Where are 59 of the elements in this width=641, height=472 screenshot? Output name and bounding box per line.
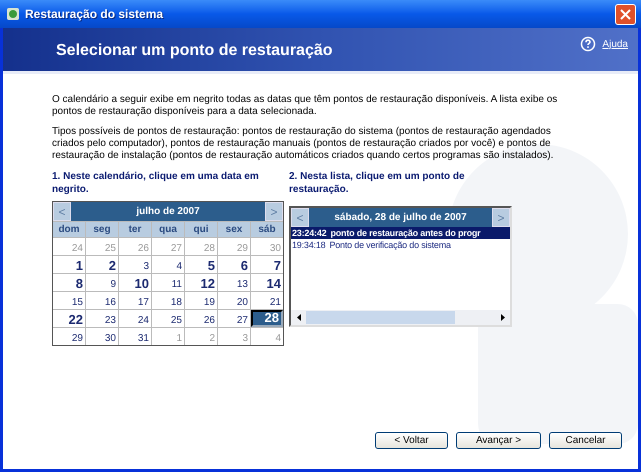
calendar-day[interactable]: 20 [218, 292, 250, 309]
calendar-day[interactable]: 31 [119, 328, 151, 345]
calendar-day[interactable]: 9 [86, 274, 118, 291]
calendar-day[interactable]: 17 [119, 292, 151, 309]
calendar-day[interactable]: 10 [119, 274, 151, 291]
weekday-header: dom [53, 222, 85, 237]
calendar-day[interactable]: 5 [185, 256, 217, 273]
calendar-day[interactable]: 12 [185, 274, 217, 291]
calendar-day[interactable]: 8 [53, 274, 85, 291]
calendar-day[interactable]: 25 [152, 310, 184, 327]
scroll-right-icon [500, 314, 504, 321]
calendar-day[interactable]: 16 [86, 292, 118, 309]
calendar-day[interactable]: 21 [251, 292, 283, 309]
month-title: julho de 2007 [135, 205, 201, 219]
horizontal-scrollbar[interactable] [291, 310, 510, 325]
calendar-day[interactable]: 2 [86, 256, 118, 273]
weekday-header: seg [86, 222, 118, 237]
wizard-button[interactable]: Avançar > [456, 432, 541, 449]
calendar-day[interactable]: 1 [53, 256, 85, 273]
close-button[interactable] [615, 4, 636, 24]
calendar-day[interactable]: 24 [119, 310, 151, 327]
calendar-day[interactable]: 4 [152, 256, 184, 273]
calendar-day[interactable]: 26 [185, 310, 217, 327]
calendar-day[interactable]: 7 [251, 256, 283, 273]
intro-paragraph: Tipos possíveis de pontos de restauração: pontos de restauração do sistema (pontos de restauração agendados criados pelo computador), pontos de restauração manuais (pontos de restauração criados por você) e pontos de restauração de instalação (pontos de restauração automáticos criados quando certos programas são instalados). [52, 126, 554, 162]
app-icon [5, 6, 21, 22]
calendar-day[interactable]: 6 [218, 256, 250, 273]
calendar-day[interactable]: 22 [53, 310, 85, 327]
wizard-button[interactable]: < Voltar [375, 432, 448, 449]
list-instruction: 2. Nesta lista, clique em um ponto de restauração. [289, 170, 466, 196]
wizard-button[interactable]: Cancelar [549, 432, 622, 449]
calendar-day[interactable]: 28 [251, 310, 283, 327]
close-icon [620, 8, 631, 20]
window-title: Restauração do sistema [25, 6, 164, 23]
weekday-header: sex [218, 222, 250, 237]
calendar-day[interactable]: 11 [152, 274, 184, 291]
calendar-day[interactable]: 29 [53, 328, 85, 345]
calendar-day[interactable]: 19 [185, 292, 217, 309]
weekday-header: qui [185, 222, 217, 237]
calendar-day[interactable]: 15 [53, 292, 85, 309]
page-title: Selecionar um ponto de restauração [56, 41, 333, 61]
weekday-header: ter [119, 222, 151, 237]
help-link[interactable]: Ajuda [602, 36, 628, 52]
weekday-header: sáb [251, 222, 283, 237]
calendar-day[interactable]: 27 [218, 310, 250, 327]
weekday-header: qua [152, 222, 184, 237]
calendar-day[interactable]: 30 [86, 328, 118, 345]
calendar-day[interactable]: 23 [86, 310, 118, 327]
calendar-day[interactable]: 13 [218, 274, 250, 291]
selected-date-title: sábado, 28 de julho de 2007 [333, 211, 468, 225]
help-icon [580, 36, 596, 52]
calendar-day[interactable]: 3 [119, 256, 151, 273]
calendar-day[interactable]: 14 [251, 274, 283, 291]
calendar-instruction: 1. Neste calendário, clique em uma data em negrito. [52, 170, 260, 196]
intro-paragraph: O calendário a seguir exibe em negrito todas as datas que têm pontos de restauração disponíveis. A lista exibe os pontos de restauração disponíveis para a data selecionada. [52, 94, 558, 118]
calendar-day[interactable]: 18 [152, 292, 184, 309]
scroll-left-icon [296, 314, 300, 321]
restore-point-item[interactable]: 19:34:18 Ponto de verificação do sistema [291, 239, 510, 251]
restore-point-item[interactable]: 23:24:42 ponto de restauração antes do progr [291, 227, 510, 239]
